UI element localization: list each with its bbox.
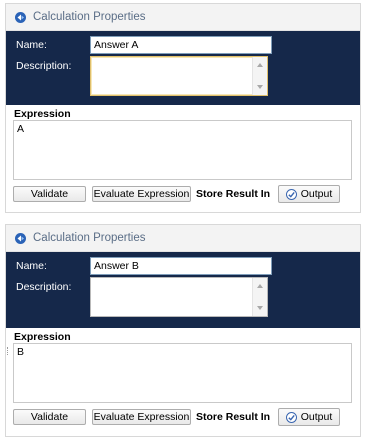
evaluate-expression-button[interactable]: Evaluate Expression xyxy=(92,186,191,202)
description-textarea[interactable] xyxy=(91,278,251,316)
expression-textarea[interactable]: B xyxy=(14,344,351,402)
description-textarea[interactable] xyxy=(91,57,251,95)
validate-button[interactable]: Validate xyxy=(13,409,86,425)
scroll-up-icon[interactable] xyxy=(257,284,263,288)
expression-textarea[interactable]: A xyxy=(14,121,351,179)
output-label: Output xyxy=(300,188,333,200)
scroll-up-icon[interactable] xyxy=(257,63,263,67)
panel-title: Calculation Properties xyxy=(33,232,146,244)
output-label: Output xyxy=(300,411,333,423)
store-result-label: Store Result In xyxy=(196,411,271,423)
calculation-properties-panel-a: Calculation Properties Name: Description… xyxy=(5,3,361,213)
calculation-properties-panel-b: Calculation Properties Name: Description… xyxy=(5,224,361,437)
expression-label: Expression xyxy=(14,108,71,120)
description-scrollbar[interactable] xyxy=(252,278,267,316)
evaluate-expression-button[interactable]: Evaluate Expression xyxy=(92,409,191,425)
panel-title: Calculation Properties xyxy=(33,11,146,23)
output-button[interactable]: Output xyxy=(278,408,340,426)
properties-header-section: Name: Description: xyxy=(6,31,360,105)
expression-field[interactable]: B xyxy=(13,343,352,403)
resize-gripper[interactable] xyxy=(7,347,10,355)
checkmark-icon xyxy=(285,188,297,200)
output-button[interactable]: Output xyxy=(278,185,340,203)
checkmark-icon xyxy=(285,411,297,423)
description-field[interactable] xyxy=(90,56,268,96)
description-label: Description: xyxy=(16,281,72,293)
description-label: Description: xyxy=(16,60,72,72)
description-field[interactable] xyxy=(90,277,268,317)
calculation-properties-icon xyxy=(15,11,26,23)
scroll-down-icon[interactable] xyxy=(257,306,263,310)
name-label: Name: xyxy=(16,39,47,51)
validate-button[interactable]: Validate xyxy=(13,186,86,202)
name-field[interactable] xyxy=(90,36,272,54)
calculation-properties-icon xyxy=(15,232,26,244)
name-label: Name: xyxy=(16,260,47,272)
name-field[interactable] xyxy=(90,257,272,275)
panel-titlebar: Calculation Properties xyxy=(6,225,360,252)
properties-header-section: Name: Description: xyxy=(6,252,360,328)
scroll-down-icon[interactable] xyxy=(257,85,263,89)
panel-titlebar: Calculation Properties xyxy=(6,4,360,31)
expression-field[interactable]: A xyxy=(13,120,352,180)
store-result-label: Store Result In xyxy=(196,188,271,200)
description-scrollbar[interactable] xyxy=(252,57,267,95)
expression-label: Expression xyxy=(14,331,71,343)
